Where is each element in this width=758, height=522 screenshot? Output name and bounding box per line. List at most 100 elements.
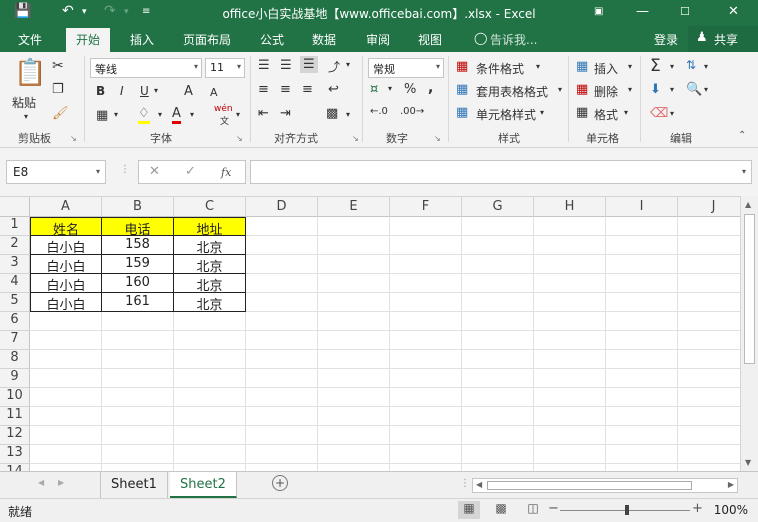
scroll-up-icon[interactable]: ▲	[745, 200, 751, 209]
comma-button[interactable]: ,	[428, 80, 433, 96]
grid-cell[interactable]	[102, 464, 174, 471]
grid-cell[interactable]	[462, 407, 534, 426]
grid-cell[interactable]	[318, 236, 390, 255]
sheet-tab-sheet2[interactable]: Sheet2	[170, 472, 237, 498]
grid-cell[interactable]	[30, 388, 102, 407]
autosum-dropdown-icon[interactable]: ▾	[670, 62, 674, 71]
grid-cell[interactable]	[462, 350, 534, 369]
expand-formula-icon[interactable]: ▾	[742, 167, 746, 176]
grid-cell[interactable]	[102, 331, 174, 350]
insert-cells-icon[interactable]: ▦	[576, 59, 588, 74]
conditional-format-button[interactable]: 条件格式	[476, 60, 524, 77]
format-table-icon[interactable]: ▦	[456, 82, 468, 97]
font-color-dropdown-icon[interactable]: ▾	[190, 110, 194, 119]
grid-cell[interactable]	[678, 236, 740, 255]
grid-cell[interactable]: 北京	[174, 293, 246, 313]
grid-cell[interactable]	[390, 274, 462, 293]
grid-cell[interactable]	[534, 217, 606, 236]
grid-cell[interactable]	[606, 369, 678, 388]
grid-cell[interactable]	[534, 426, 606, 445]
phonetic-dropdown-icon[interactable]: ▾	[236, 110, 240, 119]
grid-cell[interactable]: 159	[102, 255, 174, 274]
format-painter-icon[interactable]: 🖌	[52, 106, 69, 121]
cut-icon[interactable]: ✂	[52, 58, 64, 74]
grid-cell[interactable]	[30, 445, 102, 464]
delete-cells-icon[interactable]: ▦	[576, 82, 588, 97]
grid-cell[interactable]	[534, 293, 606, 312]
cell-styles-button[interactable]: 单元格样式	[476, 106, 536, 123]
border-dropdown-icon[interactable]: ▾	[114, 110, 118, 119]
grid-cell[interactable]	[462, 312, 534, 331]
grid-cell[interactable]	[462, 255, 534, 274]
grid-cell[interactable]	[678, 407, 740, 426]
grid-cell[interactable]	[318, 388, 390, 407]
delete-dropdown-icon[interactable]: ▾	[628, 85, 632, 94]
align-center-icon[interactable]: ≡	[280, 82, 291, 97]
align-right-icon[interactable]: ≡	[302, 82, 313, 97]
grid-cell[interactable]	[462, 369, 534, 388]
row-header[interactable]: 13	[0, 445, 30, 464]
row-header[interactable]: 11	[0, 407, 30, 426]
row-header[interactable]: 10	[0, 388, 30, 407]
grid-cell[interactable]	[390, 236, 462, 255]
grid-cell[interactable]	[462, 464, 534, 471]
grid-cell[interactable]	[390, 369, 462, 388]
row-header[interactable]: 6	[0, 312, 30, 331]
sort-dropdown-icon[interactable]: ▾	[704, 62, 708, 71]
merge-dropdown-icon[interactable]: ▾	[346, 110, 350, 119]
grid-cell[interactable]	[390, 293, 462, 312]
grid-cell[interactable]	[30, 407, 102, 426]
grid-cell[interactable]	[246, 331, 318, 350]
zoom-level[interactable]: 100%	[714, 503, 748, 517]
scroll-right-icon[interactable]: ▶	[728, 480, 734, 489]
grid-cell[interactable]	[102, 312, 174, 331]
autosum-icon[interactable]: Σ	[650, 56, 661, 76]
grid-cell[interactable]	[462, 217, 534, 236]
grid-cell[interactable]	[30, 331, 102, 350]
paste-dropdown-icon[interactable]: ▾	[24, 112, 28, 121]
grid-cell[interactable]	[30, 312, 102, 331]
grid-cell[interactable]	[606, 445, 678, 464]
grid-cell[interactable]: 白小白	[30, 274, 102, 294]
grid-cell[interactable]	[318, 369, 390, 388]
grid-cell[interactable]	[246, 407, 318, 426]
grid-cell[interactable]	[606, 274, 678, 293]
zoom-out-icon[interactable]: −	[548, 501, 559, 516]
grid-cell[interactable]	[678, 350, 740, 369]
grid-cell[interactable]	[174, 464, 246, 471]
tab-formulas[interactable]: 公式	[260, 31, 284, 48]
column-header[interactable]: C	[174, 197, 246, 217]
grid-cell[interactable]	[246, 255, 318, 274]
grid-cell[interactable]	[174, 312, 246, 331]
grid-cell[interactable]: 电话	[102, 217, 174, 238]
grid-cell[interactable]	[534, 464, 606, 471]
row-header[interactable]: 14	[0, 464, 30, 471]
sort-filter-icon[interactable]: ⇅	[686, 58, 696, 72]
column-header[interactable]: J	[678, 197, 740, 217]
grid-cell[interactable]	[462, 331, 534, 350]
grid-cell[interactable]	[606, 217, 678, 236]
row-header[interactable]: 8	[0, 350, 30, 369]
align-top-icon[interactable]: ☰	[258, 58, 270, 73]
font-name-select[interactable]: 等线 ▾	[90, 58, 202, 78]
grid-cell[interactable]	[246, 217, 318, 236]
grid-cell[interactable]	[102, 426, 174, 445]
grid-cell[interactable]	[390, 464, 462, 471]
row-header[interactable]: 4	[0, 274, 30, 293]
copy-icon[interactable]: ❐	[52, 82, 64, 97]
align-left-icon[interactable]: ≡	[258, 82, 269, 97]
grid-cell[interactable]	[678, 331, 740, 350]
underline-button[interactable]: U	[140, 84, 149, 98]
name-box[interactable]: E8 ▾	[6, 160, 106, 184]
grid-cell[interactable]	[462, 293, 534, 312]
grid-cell[interactable]	[318, 426, 390, 445]
sheet-tab-sheet1[interactable]: Sheet1	[100, 472, 168, 498]
merge-center-icon[interactable]: ▩	[326, 106, 338, 121]
normal-view-icon[interactable]: ▦	[458, 501, 480, 519]
font-launcher-icon[interactable]: ↘	[236, 134, 243, 143]
grid-cell[interactable]: 北京	[174, 255, 246, 275]
scroll-left-icon[interactable]: ◀	[476, 480, 482, 489]
grid-cell[interactable]	[678, 293, 740, 312]
underline-dropdown-icon[interactable]: ▾	[154, 86, 158, 95]
fill-color-icon[interactable]: ♢	[138, 106, 150, 124]
